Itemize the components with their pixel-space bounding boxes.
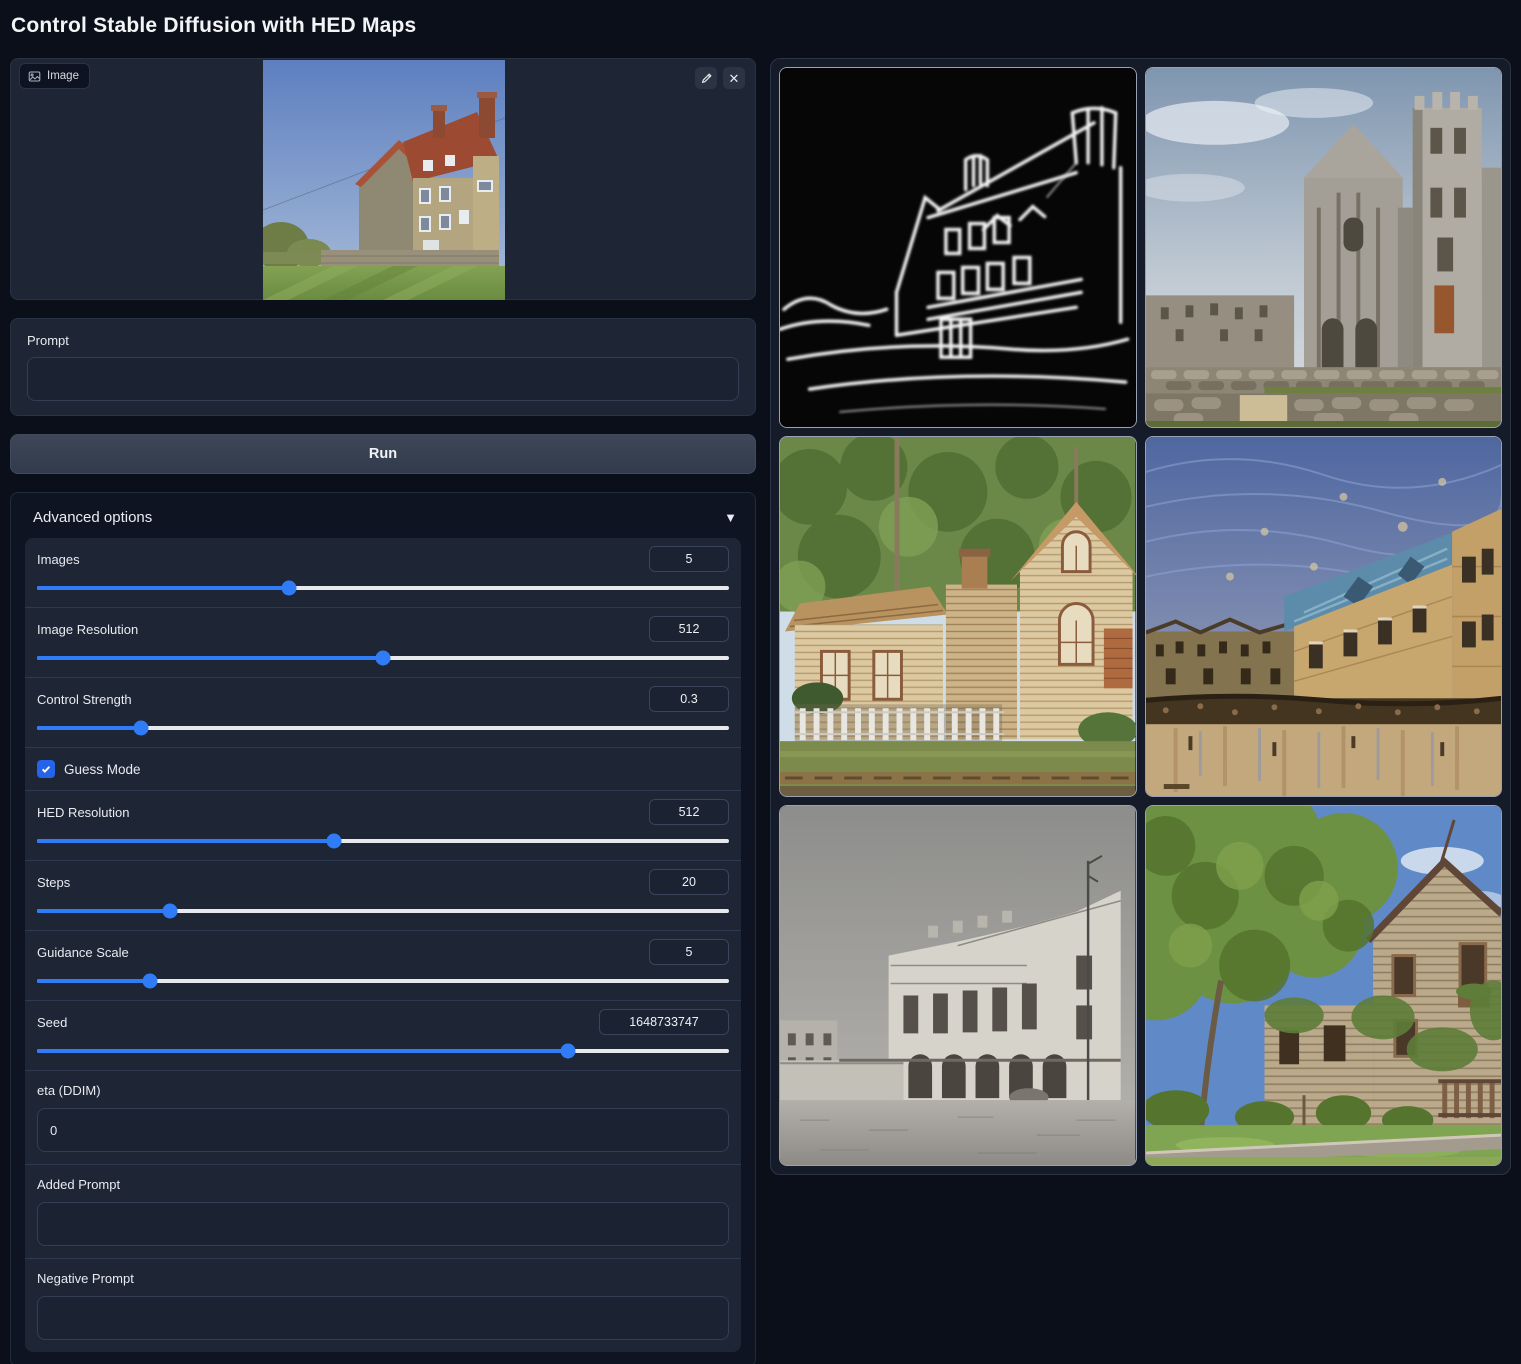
guidance-scale-slider[interactable] <box>37 973 729 988</box>
image-component-label: Image <box>19 63 90 89</box>
image-resolution-slider[interactable] <box>37 650 729 665</box>
image-resolution-slider-handle[interactable] <box>376 650 391 665</box>
guidance-scale-label: Guidance Scale <box>37 945 129 960</box>
steps-row: Steps 20 <box>25 861 741 931</box>
bw-building-graphic <box>780 806 1136 1165</box>
seed-slider-handle[interactable] <box>561 1043 576 1058</box>
impressionist-graphic <box>1146 437 1502 796</box>
seed-row: Seed 1648733747 <box>25 1001 741 1071</box>
advanced-options-title: Advanced options <box>33 509 152 526</box>
control-strength-label: Control Strength <box>37 692 132 707</box>
prompt-input[interactable] <box>27 357 739 401</box>
hed-resolution-value-input[interactable]: 512 <box>649 799 729 825</box>
negative-prompt-label: Negative Prompt <box>37 1271 729 1286</box>
gallery-item-wooden-house[interactable] <box>779 436 1137 797</box>
steps-slider-handle[interactable] <box>162 903 177 918</box>
advanced-options-accordion: Advanced options ▼ Images 5 <box>10 492 756 1364</box>
added-prompt-label: Added Prompt <box>37 1177 729 1192</box>
guidance-scale-value-input[interactable]: 5 <box>649 939 729 965</box>
hed-resolution-slider-handle[interactable] <box>326 833 341 848</box>
advanced-options-block: Images 5 Image Resolution 512 <box>25 538 741 1352</box>
eta-row: eta (DDIM) <box>25 1071 741 1165</box>
image-resolution-row: Image Resolution 512 <box>25 608 741 678</box>
control-strength-slider[interactable] <box>37 720 729 735</box>
image-actions: ✕ <box>695 67 745 89</box>
seed-label: Seed <box>37 1015 67 1030</box>
control-strength-value-input[interactable]: 0.3 <box>649 686 729 712</box>
negative-prompt-row: Negative Prompt <box>25 1259 741 1352</box>
page-title: Control Stable Diffusion with HED Maps <box>11 14 416 38</box>
image-upload-component[interactable]: Image ✕ <box>10 58 756 300</box>
image-resolution-label: Image Resolution <box>37 622 138 637</box>
steps-label: Steps <box>37 875 70 890</box>
prompt-label: Prompt <box>27 333 739 348</box>
negative-prompt-input[interactable] <box>37 1296 729 1340</box>
control-strength-row: Control Strength 0.3 <box>25 678 741 748</box>
run-button[interactable]: Run <box>10 434 756 474</box>
hed-resolution-slider[interactable] <box>37 833 729 848</box>
cathedral-graphic <box>1146 68 1502 427</box>
left-column: Image ✕ <box>10 58 756 1364</box>
images-row: Images 5 <box>25 538 741 608</box>
control-strength-slider-handle[interactable] <box>133 720 148 735</box>
images-slider[interactable] <box>37 580 729 595</box>
images-value-input[interactable]: 5 <box>649 546 729 572</box>
guess-mode-label: Guess Mode <box>64 762 141 777</box>
added-prompt-row: Added Prompt <box>25 1165 741 1259</box>
prompt-component: Prompt <box>10 318 756 416</box>
clear-image-button[interactable]: ✕ <box>723 67 745 89</box>
gallery-item-overgrown-house[interactable] <box>1145 805 1503 1166</box>
wooden-house-graphic <box>780 437 1136 796</box>
gallery-item-impressionist[interactable] <box>1145 436 1503 797</box>
house-photo-graphic <box>263 60 505 300</box>
advanced-options-header[interactable]: Advanced options ▼ <box>25 507 741 538</box>
gallery-item-cathedral[interactable] <box>1145 67 1503 428</box>
hed-map-graphic <box>780 68 1136 427</box>
result-gallery <box>770 58 1511 1175</box>
guidance-scale-row: Guidance Scale 5 <box>25 931 741 1001</box>
pencil-icon <box>700 72 713 85</box>
added-prompt-input[interactable] <box>37 1202 729 1246</box>
steps-slider[interactable] <box>37 903 729 918</box>
hed-resolution-row: HED Resolution 512 <box>25 791 741 861</box>
triangle-down-icon: ▼ <box>724 510 737 525</box>
app-page: Control Stable Diffusion with HED Maps I… <box>0 0 1521 1364</box>
picture-icon <box>28 70 41 83</box>
gallery-item-bw-building[interactable] <box>779 805 1137 1166</box>
eta-label: eta (DDIM) <box>37 1083 729 1098</box>
steps-value-input[interactable]: 20 <box>649 869 729 895</box>
hed-resolution-label: HED Resolution <box>37 805 130 820</box>
uploaded-image[interactable] <box>263 60 505 300</box>
seed-value-input[interactable]: 1648733747 <box>599 1009 729 1035</box>
images-slider-handle[interactable] <box>281 580 296 595</box>
checkbox-checked-icon[interactable] <box>37 760 55 778</box>
guidance-scale-slider-handle[interactable] <box>143 973 158 988</box>
seed-slider[interactable] <box>37 1043 729 1058</box>
image-resolution-value-input[interactable]: 512 <box>649 616 729 642</box>
overgrown-house-graphic <box>1146 806 1502 1165</box>
gallery-item-hed-map[interactable] <box>779 67 1137 428</box>
eta-input[interactable] <box>37 1108 729 1152</box>
images-label: Images <box>37 552 80 567</box>
guess-mode-checkbox[interactable]: Guess Mode <box>25 748 741 791</box>
edit-image-button[interactable] <box>695 67 717 89</box>
